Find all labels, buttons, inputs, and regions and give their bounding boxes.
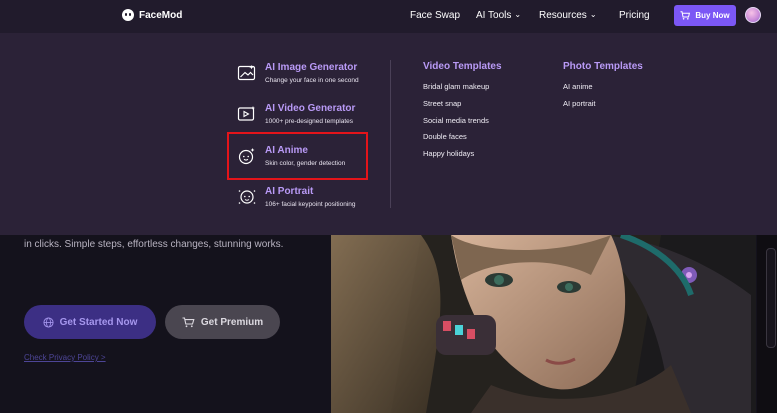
menu-divider	[390, 60, 391, 208]
video-template-link[interactable]: Street snap	[423, 99, 461, 108]
video-template-link[interactable]: Double faces	[423, 132, 467, 141]
menu-item-ai-portrait[interactable]: AI Portrait 106+ facial keypoint positio…	[237, 186, 356, 209]
menu-item-title: AI Image Generator	[265, 62, 358, 73]
menu-item-title: AI Portrait	[265, 186, 314, 197]
nav-ai-tools[interactable]: AI Tools ⌄	[476, 10, 521, 21]
menu-item-description: Change your face in one second	[265, 77, 359, 84]
menu-item-description: 1000+ pre-designed templates	[265, 118, 353, 125]
logo[interactable]: FaceMod	[122, 9, 182, 21]
globe-icon	[43, 316, 54, 328]
buy-now-button[interactable]: Buy Now	[674, 5, 736, 26]
nav-resources[interactable]: Resources ⌄	[539, 10, 597, 21]
avatar[interactable]	[745, 7, 761, 23]
facemod-logo-icon	[122, 9, 134, 21]
photo-templates-heading: Photo Templates	[563, 61, 643, 72]
menu-item-ai-image-generator[interactable]: AI Image Generator Change your face in o…	[237, 62, 359, 85]
ai-tools-dropdown-menu	[0, 33, 777, 235]
portrait-icon	[238, 190, 256, 204]
privacy-policy-link[interactable]: Check Privacy Policy >	[24, 353, 106, 362]
buy-now-label: Buy Now	[695, 11, 730, 20]
highlight-box	[227, 132, 368, 180]
get-started-button[interactable]: Get Started Now	[24, 305, 156, 339]
image-generator-icon	[237, 65, 256, 81]
video-template-link[interactable]: Social media trends	[423, 116, 489, 125]
nav-face-swap-label: Face Swap	[410, 10, 461, 21]
video-generator-icon	[237, 106, 255, 121]
get-premium-button[interactable]: Get Premium	[165, 305, 280, 339]
nav-ai-tools-label: AI Tools	[476, 10, 512, 21]
menu-item-description: 106+ facial keypoint positioning	[265, 201, 356, 208]
nav-pricing[interactable]: Pricing	[619, 10, 650, 21]
video-template-link[interactable]: Bridal glam makeup	[423, 82, 489, 91]
nav-face-swap[interactable]: Face Swap	[410, 10, 460, 21]
cart-icon	[680, 11, 691, 20]
scrollbar-thumb[interactable]	[766, 248, 776, 348]
menu-item-title: AI Video Generator	[265, 103, 356, 114]
top-nav-bar: FaceMod Face Swap AI Tools ⌄ Resources ⌄…	[0, 0, 777, 33]
get-started-label: Get Started Now	[59, 316, 138, 328]
video-templates-heading: Video Templates	[423, 61, 502, 72]
hero-anime-illustration	[331, 235, 756, 413]
menu-item-ai-video-generator[interactable]: AI Video Generator 1000+ pre-designed te…	[237, 103, 355, 126]
hero-description: in clicks. Simple steps, effortless chan…	[24, 239, 284, 250]
photo-template-link[interactable]: AI anime	[563, 82, 593, 91]
anime-portrait-image	[331, 235, 756, 413]
photo-template-link[interactable]: AI portrait	[563, 99, 596, 108]
get-premium-label: Get Premium	[200, 316, 264, 328]
chevron-down-icon: ⌄	[514, 10, 522, 19]
nav-resources-label: Resources	[539, 10, 587, 21]
cart-icon	[182, 316, 195, 327]
video-template-link[interactable]: Happy holidays	[423, 149, 474, 158]
nav-pricing-label: Pricing	[619, 10, 650, 21]
chevron-down-icon: ⌄	[589, 10, 597, 19]
logo-text: FaceMod	[139, 9, 183, 21]
